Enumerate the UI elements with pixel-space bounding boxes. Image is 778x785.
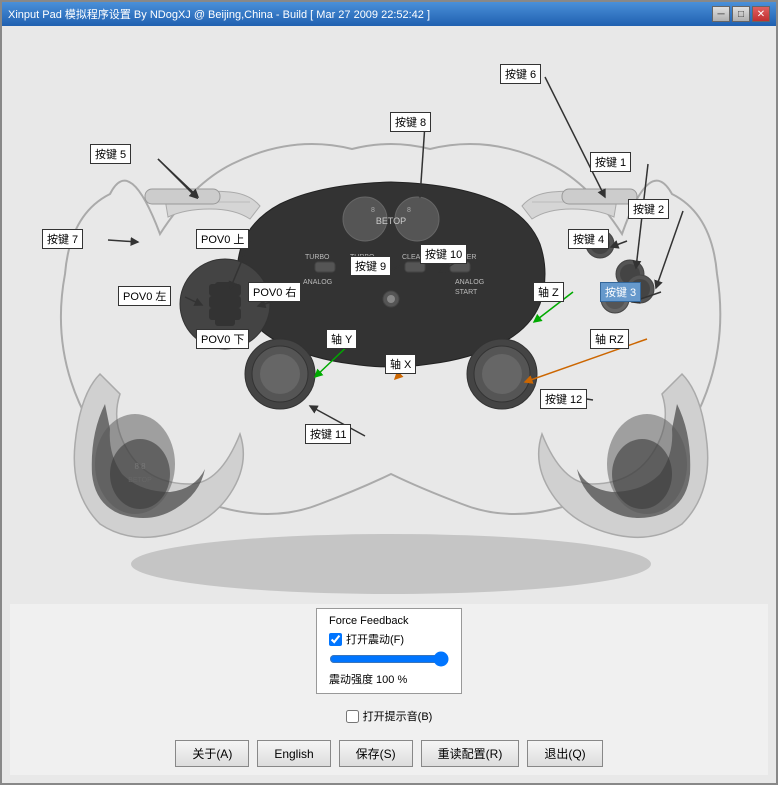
label-btn8: 按键 8 (390, 112, 431, 132)
label-btn9: 按键 9 (350, 256, 391, 276)
vibration-row: 打开震动(F) (329, 631, 449, 647)
vibration-slider[interactable] (329, 651, 449, 667)
svg-text:BETOP: BETOP (128, 477, 152, 484)
action-buttons: 关于(A) English 保存(S) 重读配置(R) 退出(Q) (18, 734, 760, 771)
about-button[interactable]: 关于(A) (175, 740, 249, 767)
label-pov-up: POV0 上 (196, 229, 249, 249)
vibration-percent-label: 震动强度 100 % (329, 671, 449, 687)
label-pov-left: POV0 左 (118, 286, 171, 306)
bottom-area: Force Feedback 打开震动(F) 震动强度 100 % 打开提示音(… (10, 604, 768, 775)
label-axis-rz: 轴 RZ (590, 329, 629, 349)
titlebar: Xinput Pad 模拟程序设置 By NDogXJ @ Beijing,Ch… (2, 2, 776, 26)
label-btn7: 按键 7 (42, 229, 83, 249)
label-btn5: 按键 5 (90, 144, 131, 164)
label-pov-right: POV0 右 (248, 282, 301, 302)
titlebar-controls: ─ □ ✕ (712, 6, 770, 22)
vibration-checkbox[interactable] (329, 633, 342, 646)
label-axis-y: 轴 Y (326, 329, 357, 349)
svg-text:ANALOG: ANALOG (303, 279, 332, 286)
close-button[interactable]: ✕ (752, 6, 770, 22)
label-axis-z: 轴 Z (533, 282, 564, 302)
svg-text:8: 8 (407, 207, 411, 214)
gamepad-area: BETOP 8 8 TURBO TURBO CLEAR POWER ANALOG… (10, 34, 772, 604)
label-btn11: 按键 11 (305, 424, 351, 444)
sound-section: 打开提示音(B) (18, 708, 760, 728)
reload-button[interactable]: 重读配置(R) (421, 740, 520, 767)
force-feedback-title: Force Feedback (329, 615, 449, 627)
svg-text:8: 8 (371, 207, 375, 214)
label-btn6: 按键 6 (500, 64, 541, 84)
svg-text:BETOP: BETOP (376, 216, 406, 226)
sound-checkbox[interactable] (346, 710, 359, 723)
main-content: BETOP 8 8 TURBO TURBO CLEAR POWER ANALOG… (2, 26, 776, 783)
vibration-label: 打开震动(F) (346, 631, 404, 647)
maximize-button[interactable]: □ (732, 6, 750, 22)
label-btn4: 按键 4 (568, 229, 609, 249)
label-btn10: 按键 10 (420, 244, 467, 264)
english-button[interactable]: English (257, 740, 330, 767)
label-btn2: 按键 2 (628, 199, 669, 219)
sound-row: 打开提示音(B) (346, 708, 433, 724)
label-pov-down: POV0 下 (196, 329, 249, 349)
force-feedback-section: Force Feedback 打开震动(F) 震动强度 100 % (18, 608, 760, 702)
window-title: Xinput Pad 模拟程序设置 By NDogXJ @ Beijing,Ch… (8, 6, 712, 22)
minimize-button[interactable]: ─ (712, 6, 730, 22)
svg-text:ANALOG: ANALOG (455, 279, 484, 286)
slider-row (329, 651, 449, 667)
sound-label: 打开提示音(B) (363, 708, 433, 724)
label-btn1: 按键 1 (590, 152, 631, 172)
svg-text:TURBO: TURBO (305, 254, 330, 261)
label-axis-x: 轴 X (385, 354, 416, 374)
force-feedback-group: Force Feedback 打开震动(F) 震动强度 100 % (316, 608, 462, 694)
svg-text:START: START (455, 289, 478, 296)
svg-text:8 8: 8 8 (134, 462, 146, 471)
label-btn3: 按键 3 (600, 282, 641, 302)
save-button[interactable]: 保存(S) (339, 740, 413, 767)
main-window: Xinput Pad 模拟程序设置 By NDogXJ @ Beijing,Ch… (0, 0, 778, 785)
exit-button[interactable]: 退出(Q) (527, 740, 602, 767)
label-btn12: 按键 12 (540, 389, 587, 409)
